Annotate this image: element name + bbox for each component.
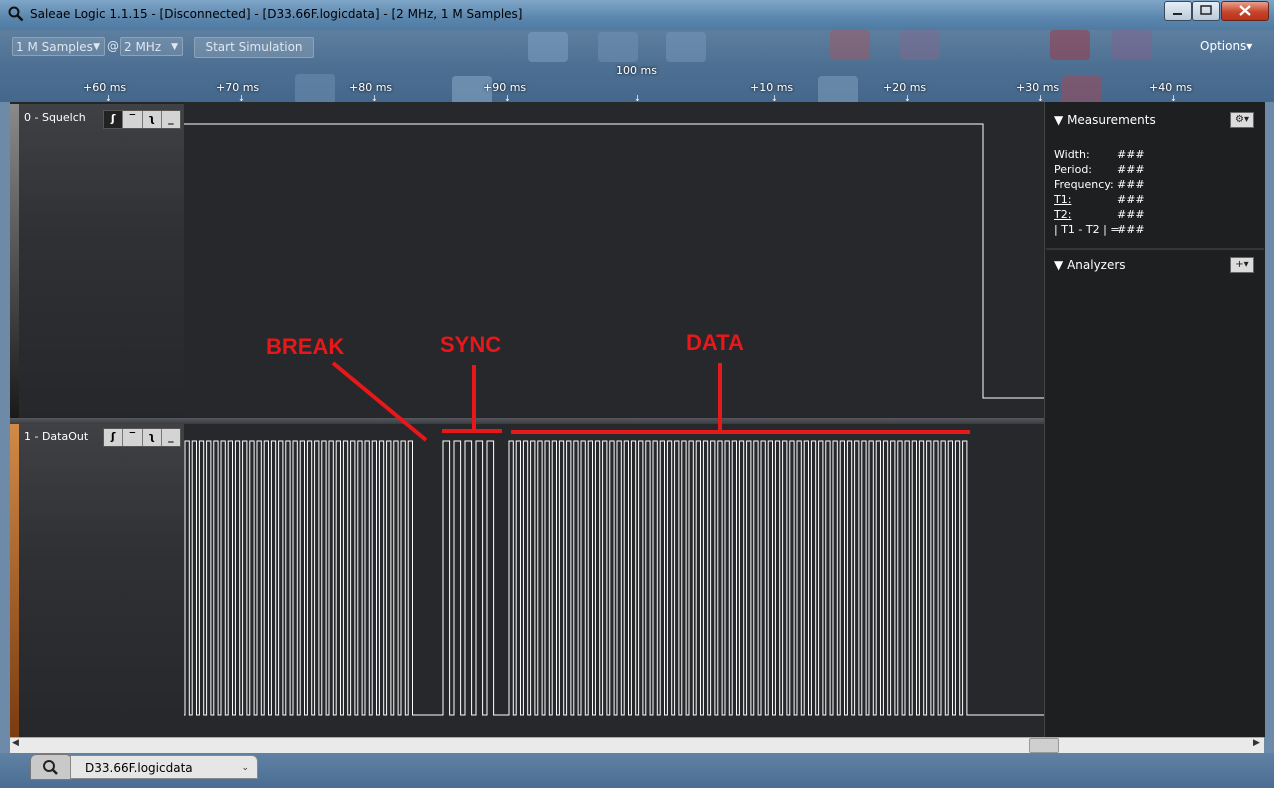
annotation-data-bracket [511,363,970,434]
measurement-label: Period: [1054,163,1093,176]
measurement-value: ### [1117,178,1145,191]
annotation-sync-label: SYNC [440,332,502,357]
analyzers-title: Analyzers [1067,258,1126,272]
measurement-label: Width: [1054,148,1090,161]
measurement-value: ### [1117,193,1145,206]
collapse-triangle-icon: ▼ [1054,258,1064,272]
measurements-header[interactable]: ▼ Measurements [1054,113,1156,127]
measurements-title: Measurements [1067,113,1156,127]
measurement-label: Frequency: [1054,178,1114,191]
sidebar-divider[interactable] [1046,248,1264,250]
right-sidebar [1044,102,1265,737]
add-analyzer-icon[interactable]: +▾ [1230,257,1254,273]
measurement-value: ### [1117,163,1145,176]
file-tab-label: D33.66F.logicdata [85,761,193,775]
annotation-data-label: DATA [686,330,744,355]
analyzers-header[interactable]: ▼ Analyzers [1054,258,1126,272]
annotation-break-arrow [331,361,428,442]
collapse-triangle-icon: ▼ [1054,113,1064,127]
horizontal-scrollbar[interactable] [10,737,1264,754]
measurement-value: ### [1117,223,1145,236]
measurement-label-t1[interactable]: T1: [1054,193,1071,206]
annotation-break-label: BREAK [266,334,345,359]
search-tab[interactable] [30,754,72,780]
annotation-sync-bracket [442,365,502,433]
file-tab[interactable]: D33.66F.logicdata ⌄ [70,755,258,779]
scrollbar-thumb[interactable] [1029,738,1059,753]
scroll-right-icon[interactable]: ▶ [1253,738,1260,748]
dataout-trace [184,440,1044,716]
scroll-left-icon[interactable]: ◀ [12,738,19,748]
search-icon [43,760,58,775]
gear-icon[interactable]: ⚙▾ [1230,112,1254,128]
measurement-label-t2[interactable]: T2: [1054,208,1071,221]
chevron-down-icon: ⌄ [241,763,249,773]
measurement-label: | T1 - T2 | = [1054,223,1120,236]
measurement-value: ### [1117,208,1145,221]
measurement-value: ### [1117,148,1145,161]
